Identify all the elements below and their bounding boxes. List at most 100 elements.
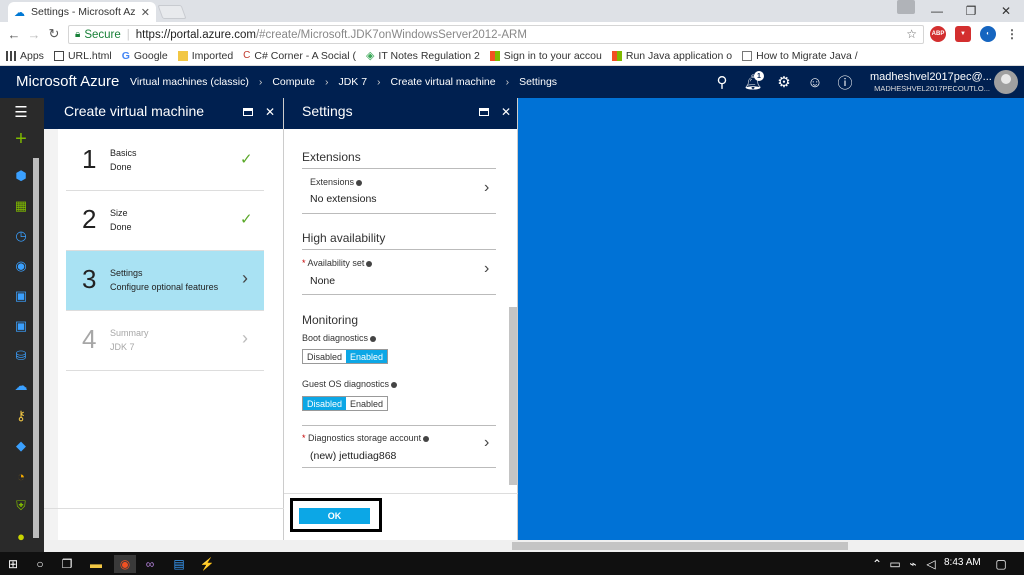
profile-icon[interactable] (897, 0, 915, 14)
left-nav-scrollbar[interactable] (33, 158, 39, 538)
boot-diagnostics-toggle[interactable]: Disabled Enabled (302, 349, 389, 364)
bookmark-run-java[interactable]: Run Java application o (611, 50, 732, 62)
security-shield-icon[interactable]: ⛨ (12, 497, 30, 515)
toggle-enabled-option[interactable]: Enabled (346, 350, 388, 363)
close-icon[interactable]: ✕ (262, 104, 278, 120)
horizontal-scrollbar[interactable] (44, 540, 1024, 552)
settings-gear-icon[interactable]: ⚙ (773, 71, 795, 93)
tab-close-icon[interactable]: ✕ (141, 6, 150, 19)
info-icon (366, 260, 373, 267)
azure-top-bar: Microsoft Azure Virtual machines (classi… (0, 66, 1024, 98)
visual-studio-icon[interactable]: ∞ (141, 555, 159, 573)
network-icon[interactable]: ⌁ (904, 555, 922, 573)
resource-cube-icon[interactable]: ⬢ (12, 167, 30, 185)
cortana-circle-icon[interactable]: ○ (31, 555, 49, 573)
bookmark-url-html[interactable]: URL.html (53, 50, 112, 62)
toggle-disabled-option[interactable]: Disabled (303, 350, 347, 363)
account-menu[interactable]: madheshvel2017pec@... MADHESHVEL2017PECO… (870, 71, 992, 93)
dashboard-grid-icon[interactable]: ▦ (12, 197, 30, 215)
action-center-icon[interactable]: ▢ (992, 555, 1010, 573)
azure-brand[interactable]: Microsoft Azure (16, 73, 119, 90)
scrollbar-thumb[interactable] (512, 542, 848, 550)
breadcrumb-settings[interactable]: Settings (519, 76, 557, 88)
breadcrumb-jdk7[interactable]: JDK 7 (338, 76, 367, 88)
sql-database-icon[interactable]: ⛁ (12, 347, 30, 365)
ok-button[interactable]: OK (299, 508, 370, 524)
monitor-gauge-icon[interactable]: ◔ (12, 467, 30, 485)
adblock-icon[interactable]: ABP (930, 26, 946, 42)
back-arrow-icon[interactable]: ← (4, 24, 24, 44)
extensions-row[interactable]: Extensions No extensions › (302, 169, 496, 211)
wizard-step-size[interactable]: 2 Size Done ✓ (66, 191, 264, 251)
step-status: Done (110, 222, 132, 232)
recent-clock-icon[interactable]: ◷ (12, 227, 30, 245)
search-icon[interactable]: ⚲ (711, 71, 733, 93)
bookmark-it-notes[interactable]: ◈ IT Notes Regulation 2 (366, 49, 480, 63)
wizard-step-summary[interactable]: 4 Summary JDK 7 › (66, 311, 264, 371)
chevron-right-icon: › (377, 76, 381, 88)
bookmark-apps[interactable]: Apps (6, 50, 44, 62)
breadcrumb: Virtual machines (classic) › Compute › J… (130, 76, 557, 88)
globe-extension-icon[interactable]: ◐ (980, 26, 996, 42)
shield-extension-icon[interactable]: ▼ (955, 26, 971, 42)
wizard-step-settings[interactable]: 3 Settings Configure optional features › (66, 251, 264, 311)
maximize-icon[interactable] (476, 104, 492, 120)
reload-icon[interactable]: ↻ (44, 24, 64, 44)
bookmark-label: Google (133, 49, 168, 62)
avatar[interactable] (994, 70, 1018, 94)
file-explorer-icon[interactable]: ▬ (87, 555, 105, 573)
classic-vm-icon[interactable]: ▣ (12, 317, 30, 335)
minimize-icon[interactable]: — (921, 0, 953, 22)
maximize-icon[interactable] (240, 104, 256, 120)
bookmark-imported[interactable]: Imported (177, 50, 233, 62)
diamond-icon[interactable]: ◆ (12, 437, 30, 455)
bookmark-star-icon[interactable]: ☆ (906, 27, 917, 41)
bookmark-csharp-corner[interactable]: C C# Corner - A Social ( (243, 50, 356, 62)
guest-os-diagnostics-toggle[interactable]: Disabled Enabled (302, 396, 389, 411)
notifications-bell-icon[interactable]: 🔔︎ 1 (742, 71, 764, 93)
virtual-machine-icon[interactable]: ▣ (12, 287, 30, 305)
app-pinned-icon[interactable]: ⚡ (198, 555, 216, 573)
close-icon[interactable]: ✕ (498, 104, 514, 120)
help-icon[interactable]: ⓘ (834, 71, 856, 93)
breadcrumb-create-vm[interactable]: Create virtual machine (391, 76, 496, 88)
breadcrumb-virtual-machines[interactable]: Virtual machines (classic) (130, 76, 249, 88)
availability-set-row[interactable]: * Availability set None › (302, 250, 496, 294)
chrome-taskbar-icon[interactable]: ◉ (114, 555, 136, 573)
guest-os-diagnostics-label: Guest OS diagnostics (302, 379, 398, 389)
feedback-smiley-icon[interactable]: ☺ (804, 71, 826, 93)
task-view-icon[interactable]: ❐ (58, 555, 76, 573)
windows-start-icon[interactable]: ⊞ (4, 555, 22, 573)
new-resource-plus-icon[interactable]: + (12, 128, 30, 150)
address-bar[interactable]: 🔒︎ Secure | https://portal.azure.com/#cr… (68, 25, 924, 44)
volume-icon[interactable]: ◁ (922, 555, 940, 573)
diagnostics-storage-row[interactable]: * Diagnostics storage account (new) jett… (302, 426, 496, 466)
browser-tab[interactable]: ☁ Settings - Microsoft Azur ✕ (8, 2, 156, 22)
battery-icon[interactable]: ▭ (886, 555, 904, 573)
bookmark-migrate-java[interactable]: How to Migrate Java / (742, 50, 858, 62)
new-tab-button[interactable] (157, 5, 187, 19)
toggle-enabled-option[interactable]: Enabled (346, 397, 388, 410)
bookmark-google[interactable]: G Google (122, 50, 168, 62)
hamburger-menu-icon[interactable]: ☰ (12, 103, 30, 121)
section-divider (302, 467, 496, 468)
folder-icon (177, 50, 188, 61)
bookmark-label: Sign in to your accou (503, 49, 602, 62)
security-key-icon[interactable]: ⚷ (12, 407, 30, 425)
wizard-step-basics[interactable]: 1 Basics Done ✓ (66, 131, 264, 191)
breadcrumb-compute[interactable]: Compute (272, 76, 315, 88)
restore-icon[interactable]: ❐ (955, 0, 987, 22)
advisor-circle-icon[interactable]: ● (12, 527, 30, 545)
cloud-service-icon[interactable]: ☁ (12, 377, 30, 395)
system-tray-up-icon[interactable]: ⌃ (868, 555, 886, 573)
store-icon[interactable]: ▤ (170, 555, 188, 573)
forward-arrow-icon[interactable]: → (24, 24, 44, 44)
step-number: 1 (82, 144, 97, 174)
toggle-disabled-option[interactable]: Disabled (303, 397, 347, 410)
settings-blade-scrollbar[interactable] (509, 307, 517, 485)
taskbar-clock[interactable]: 8:43 AM (944, 557, 981, 568)
app-service-globe-icon[interactable]: ◉ (12, 257, 30, 275)
chrome-menu-icon[interactable]: ⋮ (1004, 26, 1020, 42)
window-close-icon[interactable]: ✕ (990, 0, 1022, 22)
bookmark-sign-in[interactable]: Sign in to your accou (489, 49, 602, 62)
